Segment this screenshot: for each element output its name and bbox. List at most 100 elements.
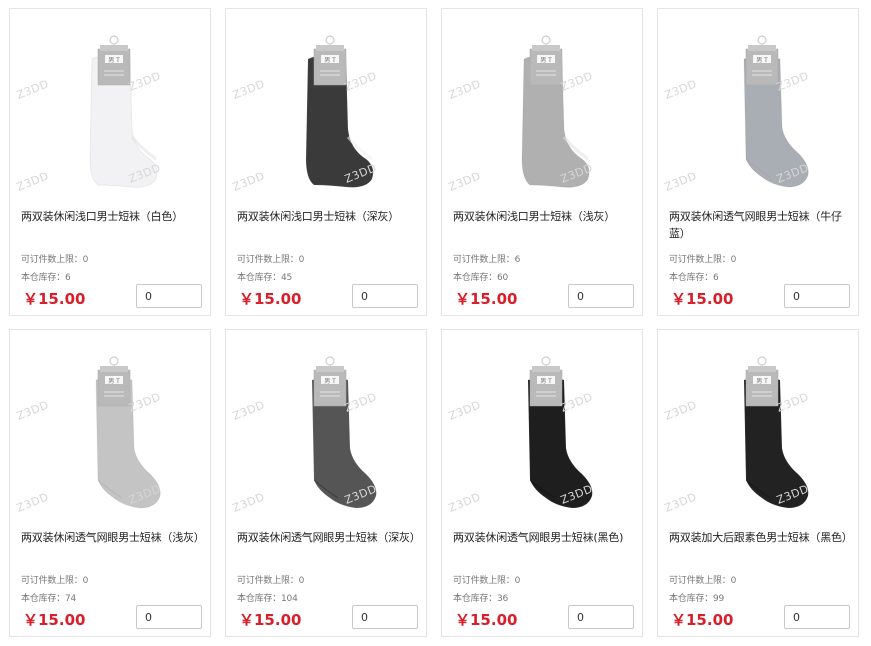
product-card[interactable]: 男 T Z3DD Z3DD Z3DD Z3DD 两双装休闲透气网眼男士短袜（深灰…	[225, 329, 427, 637]
svg-text:男 T: 男 T	[756, 57, 768, 64]
order-limit-label: 可订件数上限：	[237, 576, 299, 586]
product-image[interactable]: 男 T Z3DD Z3DD Z3DD Z3DD	[226, 330, 426, 526]
stock-value: 6	[65, 273, 71, 283]
quantity-input[interactable]	[568, 284, 634, 308]
quantity-input[interactable]	[136, 284, 202, 308]
product-card[interactable]: 男 T Z3DD Z3DD Z3DD Z3DD 两双装休闲浅口男士短袜（白色） …	[9, 8, 211, 316]
stock-label: 本仓库存：	[237, 594, 282, 604]
svg-text:男 T: 男 T	[756, 378, 768, 385]
product-tag: 男 T	[97, 356, 131, 407]
product-name[interactable]: 两双装休闲透气网眼男士短袜(黑色)	[453, 529, 633, 546]
product-name[interactable]: 两双装加大后跟素色男士短袜（黑色）	[669, 529, 853, 546]
svg-text:男 T: 男 T	[540, 57, 552, 64]
stock-value: 45	[281, 273, 293, 283]
order-limit-value: 0	[298, 576, 305, 586]
quantity-input[interactable]	[352, 284, 418, 308]
stock-value: 60	[497, 273, 509, 283]
product-name[interactable]: 两双装休闲浅口男士短袜（深灰）	[237, 208, 417, 225]
stock-label: 本仓库存：	[453, 594, 498, 604]
stock-info: 本仓库存：60	[453, 270, 508, 283]
order-limit-value: 0	[730, 576, 737, 586]
stock-value: 99	[713, 594, 725, 604]
product-name[interactable]: 两双装休闲浅口男士短袜（白色）	[21, 208, 201, 225]
product-card[interactable]: 男 T Z3DD Z3DD Z3DD Z3DD 两双装休闲透气网眼男士短袜（浅灰…	[9, 329, 211, 637]
order-limit-value: 0	[730, 255, 737, 265]
product-tag: 男 T	[745, 35, 779, 86]
order-limit: 可订件数上限：0	[669, 252, 736, 265]
stock-info: 本仓库存：74	[21, 591, 76, 604]
product-price: ￥15.00	[239, 290, 302, 308]
stock-value: 104	[281, 594, 298, 604]
product-name[interactable]: 两双装休闲透气网眼男士短袜（牛仔蓝）	[669, 208, 849, 242]
product-image[interactable]: 男 T Z3DD Z3DD Z3DD Z3DD	[658, 330, 858, 526]
order-limit: 可订件数上限：0	[453, 573, 520, 586]
product-image[interactable]: 男 T Z3DD Z3DD Z3DD Z3DD	[10, 330, 210, 526]
product-tag: 男 T	[313, 356, 347, 407]
product-price: ￥15.00	[671, 290, 734, 308]
stock-label: 本仓库存：	[21, 594, 66, 604]
order-limit-label: 可订件数上限：	[669, 576, 731, 586]
product-image[interactable]: 男 T Z3DD Z3DD Z3DD Z3DD	[658, 9, 858, 205]
product-image[interactable]: 男 T Z3DD Z3DD Z3DD Z3DD	[226, 9, 426, 205]
product-card[interactable]: 男 T Z3DD Z3DD Z3DD Z3DD 两双装休闲浅口男士短袜（浅灰） …	[441, 8, 643, 316]
order-limit-label: 可订件数上限：	[453, 255, 515, 265]
product-image[interactable]: 男 T Z3DD Z3DD Z3DD Z3DD	[442, 330, 642, 526]
svg-text:男 T: 男 T	[324, 378, 336, 385]
order-limit-value: 0	[82, 576, 89, 586]
stock-label: 本仓库存：	[21, 273, 66, 283]
product-name[interactable]: 两双装休闲透气网眼男士短袜（浅灰）	[21, 529, 205, 546]
quantity-input[interactable]	[136, 605, 202, 629]
stock-label: 本仓库存：	[669, 594, 714, 604]
order-limit-value: 0	[514, 576, 521, 586]
stock-label: 本仓库存：	[237, 273, 282, 283]
product-grid: 男 T Z3DD Z3DD Z3DD Z3DD 两双装休闲浅口男士短袜（白色） …	[0, 0, 871, 646]
quantity-input[interactable]	[784, 605, 850, 629]
product-tag: 男 T	[529, 356, 563, 407]
order-limit-value: 6	[514, 255, 521, 265]
stock-label: 本仓库存：	[669, 273, 714, 283]
order-limit-label: 可订件数上限：	[237, 255, 299, 265]
stock-label: 本仓库存：	[453, 273, 498, 283]
product-name[interactable]: 两双装休闲浅口男士短袜（浅灰）	[453, 208, 633, 225]
quantity-input[interactable]	[568, 605, 634, 629]
order-limit-value: 0	[298, 255, 305, 265]
product-card[interactable]: 男 T Z3DD Z3DD Z3DD Z3DD 两双装休闲透气网眼男士短袜(黑色…	[441, 329, 643, 637]
svg-text:男 T: 男 T	[324, 57, 336, 64]
order-limit: 可订件数上限：0	[21, 573, 88, 586]
product-price: ￥15.00	[23, 611, 86, 629]
stock-value: 6	[713, 273, 719, 283]
stock-info: 本仓库存：6	[21, 270, 71, 283]
product-card[interactable]: 男 T Z3DD Z3DD Z3DD Z3DD 两双装休闲透气网眼男士短袜（牛仔…	[657, 8, 859, 316]
stock-info: 本仓库存：104	[237, 591, 298, 604]
stock-info: 本仓库存：6	[669, 270, 719, 283]
product-tag: 男 T	[529, 35, 563, 86]
product-price: ￥15.00	[671, 611, 734, 629]
order-limit: 可订件数上限：0	[237, 573, 304, 586]
svg-text:男 T: 男 T	[108, 378, 120, 385]
product-price: ￥15.00	[455, 611, 518, 629]
product-tag: 男 T	[745, 356, 779, 407]
product-card[interactable]: 男 T Z3DD Z3DD Z3DD Z3DD 两双装加大后跟素色男士短袜（黑色…	[657, 329, 859, 637]
product-price: ￥15.00	[23, 290, 86, 308]
quantity-input[interactable]	[352, 605, 418, 629]
product-name[interactable]: 两双装休闲透气网眼男士短袜（深灰）	[237, 529, 421, 546]
order-limit-value: 0	[82, 255, 89, 265]
svg-text:男 T: 男 T	[540, 378, 552, 385]
stock-value: 36	[497, 594, 509, 604]
product-image[interactable]: 男 T Z3DD Z3DD Z3DD Z3DD	[442, 9, 642, 205]
order-limit: 可订件数上限：6	[453, 252, 520, 265]
order-limit: 可订件数上限：0	[669, 573, 736, 586]
stock-info: 本仓库存：45	[237, 270, 292, 283]
quantity-input[interactable]	[784, 284, 850, 308]
order-limit-label: 可订件数上限：	[21, 576, 83, 586]
order-limit-label: 可订件数上限：	[669, 255, 731, 265]
product-card[interactable]: 男 T Z3DD Z3DD Z3DD Z3DD 两双装休闲浅口男士短袜（深灰） …	[225, 8, 427, 316]
product-tag: 男 T	[313, 35, 347, 86]
product-price: ￥15.00	[455, 290, 518, 308]
product-tag: 男 T	[97, 35, 131, 86]
stock-info: 本仓库存：36	[453, 591, 508, 604]
product-image[interactable]: 男 T Z3DD Z3DD Z3DD Z3DD	[10, 9, 210, 205]
product-price: ￥15.00	[239, 611, 302, 629]
order-limit-label: 可订件数上限：	[453, 576, 515, 586]
order-limit: 可订件数上限：0	[237, 252, 304, 265]
